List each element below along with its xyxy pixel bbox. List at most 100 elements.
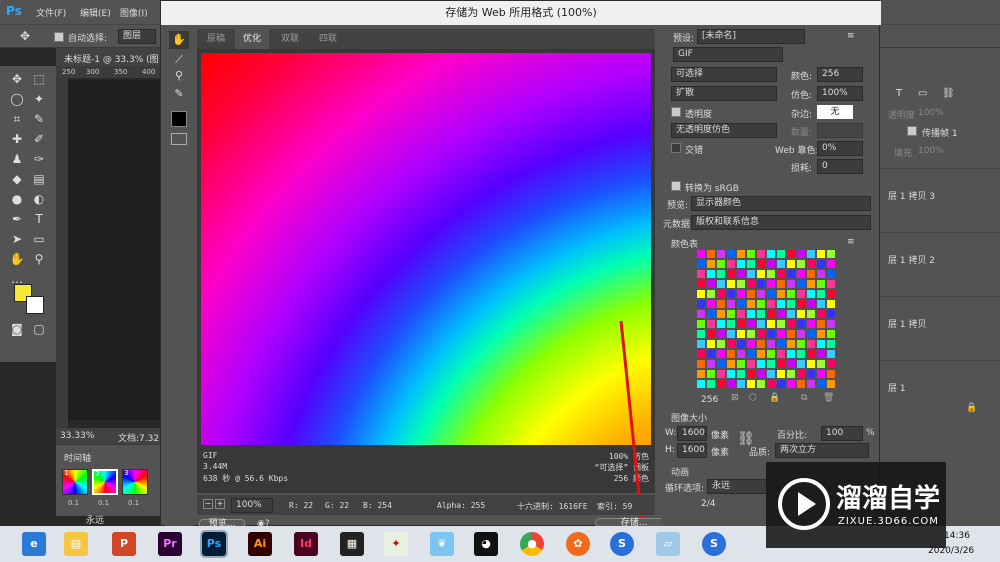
color-swatch[interactable]: [806, 259, 816, 269]
color-swatch[interactable]: [726, 269, 736, 279]
color-swatch[interactable]: [756, 309, 766, 319]
interlaced-checkbox[interactable]: [671, 143, 681, 153]
frame-delay[interactable]: 0.1: [98, 499, 109, 507]
color-swatch[interactable]: [746, 369, 756, 379]
powerpoint-icon[interactable]: P: [112, 532, 136, 556]
link-icon[interactable]: ⛓: [942, 88, 955, 99]
color-swatch[interactable]: [796, 309, 806, 319]
color-swatch[interactable]: [716, 259, 726, 269]
zoom-icon[interactable]: ⚲: [169, 67, 189, 85]
document-canvas[interactable]: [68, 80, 160, 420]
color-swatch[interactable]: [806, 379, 816, 389]
color-swatch[interactable]: [716, 379, 726, 389]
tab-4up[interactable]: 四联: [311, 29, 345, 49]
color-swatch[interactable]: [706, 309, 716, 319]
color-swatch[interactable]: [776, 269, 786, 279]
color-swatch[interactable]: [806, 339, 816, 349]
matte-swatch[interactable]: 无: [817, 105, 853, 119]
color-swatch[interactable]: [786, 339, 796, 349]
color-swatch[interactable]: [726, 349, 736, 359]
color-swatch[interactable]: [786, 299, 796, 309]
color-swatch[interactable]: [756, 359, 766, 369]
shape-icon[interactable]: ▭: [918, 88, 927, 99]
color-swatch[interactable]: [696, 289, 706, 299]
dither-algorithm-dropdown[interactable]: 扩散: [671, 86, 777, 101]
color-swatch[interactable]: [826, 259, 836, 269]
color-swatch[interactable]: [726, 329, 736, 339]
color-swatch[interactable]: [776, 299, 786, 309]
dither-amount-dropdown[interactable]: 100%: [817, 86, 863, 101]
color-swatch[interactable]: [816, 299, 826, 309]
color-swatch[interactable]: [806, 359, 816, 369]
color-swatch[interactable]: [816, 339, 826, 349]
bird-app-icon[interactable]: ❦: [430, 532, 454, 556]
color-swatch[interactable]: [726, 319, 736, 329]
eyedropper-color-swatch[interactable]: [171, 111, 187, 127]
color-swatch[interactable]: [806, 249, 816, 259]
color-swatch[interactable]: [726, 369, 736, 379]
percent-input[interactable]: 100: [821, 426, 863, 441]
color-swatch[interactable]: [776, 279, 786, 289]
color-swatch[interactable]: [716, 369, 726, 379]
stamp-icon[interactable]: ♟: [8, 150, 26, 168]
color-swatch[interactable]: [796, 279, 806, 289]
color-swatch[interactable]: [806, 299, 816, 309]
type-icon[interactable]: T: [30, 210, 48, 228]
color-swatch[interactable]: [736, 279, 746, 289]
menu-file[interactable]: 文件(F): [36, 6, 66, 19]
clock-time[interactable]: 14:36: [944, 531, 970, 541]
color-swatch[interactable]: [796, 329, 806, 339]
auto-select-dropdown[interactable]: 图层: [118, 29, 156, 44]
width-input[interactable]: 1600: [677, 426, 707, 441]
color-swatch[interactable]: [796, 339, 806, 349]
color-swatch[interactable]: [776, 369, 786, 379]
history-brush-icon[interactable]: ✑: [30, 150, 48, 168]
color-swatch[interactable]: [786, 329, 796, 339]
color-swatch[interactable]: [726, 309, 736, 319]
color-swatch[interactable]: [796, 349, 806, 359]
background-color-swatch[interactable]: [26, 296, 44, 314]
color-swatch[interactable]: [716, 299, 726, 309]
color-swatch[interactable]: [706, 269, 716, 279]
color-swatch[interactable]: [736, 369, 746, 379]
move-tool-icon[interactable]: ✥: [20, 29, 30, 43]
color-swatch[interactable]: [706, 379, 716, 389]
color-swatch[interactable]: [696, 319, 706, 329]
move-icon[interactable]: ✥: [8, 70, 26, 88]
color-swatch[interactable]: [816, 279, 826, 289]
layer-row[interactable]: 层 1 🔒: [880, 360, 1000, 424]
gradient-icon[interactable]: ▤: [30, 170, 48, 188]
lasso-icon[interactable]: ◯: [8, 90, 26, 108]
color-swatch[interactable]: [746, 289, 756, 299]
color-swatch[interactable]: [786, 279, 796, 289]
file-format-dropdown[interactable]: GIF: [673, 47, 783, 62]
color-swatch[interactable]: [826, 319, 836, 329]
color-swatch[interactable]: [736, 319, 746, 329]
amount-dropdown[interactable]: [817, 123, 863, 138]
color-swatch[interactable]: [816, 269, 826, 279]
color-swatch[interactable]: [706, 319, 716, 329]
height-input[interactable]: 1600: [677, 443, 707, 458]
color-table-menu-icon[interactable]: ≡: [847, 237, 855, 247]
color-swatch[interactable]: [776, 349, 786, 359]
color-swatch[interactable]: [786, 309, 796, 319]
color-swatch[interactable]: [696, 379, 706, 389]
color-swatch[interactable]: [716, 269, 726, 279]
layer-row[interactable]: 层 1 拷贝 2: [880, 232, 1000, 296]
color-swatch[interactable]: [756, 279, 766, 289]
color-swatch[interactable]: [786, 359, 796, 369]
type-tool-icon[interactable]: T: [896, 88, 902, 99]
color-swatch[interactable]: [756, 339, 766, 349]
color-swatch[interactable]: [776, 339, 786, 349]
color-swatch[interactable]: [766, 349, 776, 359]
color-swatch[interactable]: [826, 329, 836, 339]
color-swatch[interactable]: [826, 369, 836, 379]
illustrator-icon[interactable]: Ai: [248, 532, 272, 556]
color-swatch[interactable]: [696, 249, 706, 259]
sogou-browser-icon[interactable]: S: [702, 532, 726, 556]
color-table-grid[interactable]: [696, 249, 836, 389]
color-swatch[interactable]: [826, 269, 836, 279]
color-swatch[interactable]: [756, 269, 766, 279]
color-swatch[interactable]: [736, 339, 746, 349]
color-swatch[interactable]: [806, 369, 816, 379]
